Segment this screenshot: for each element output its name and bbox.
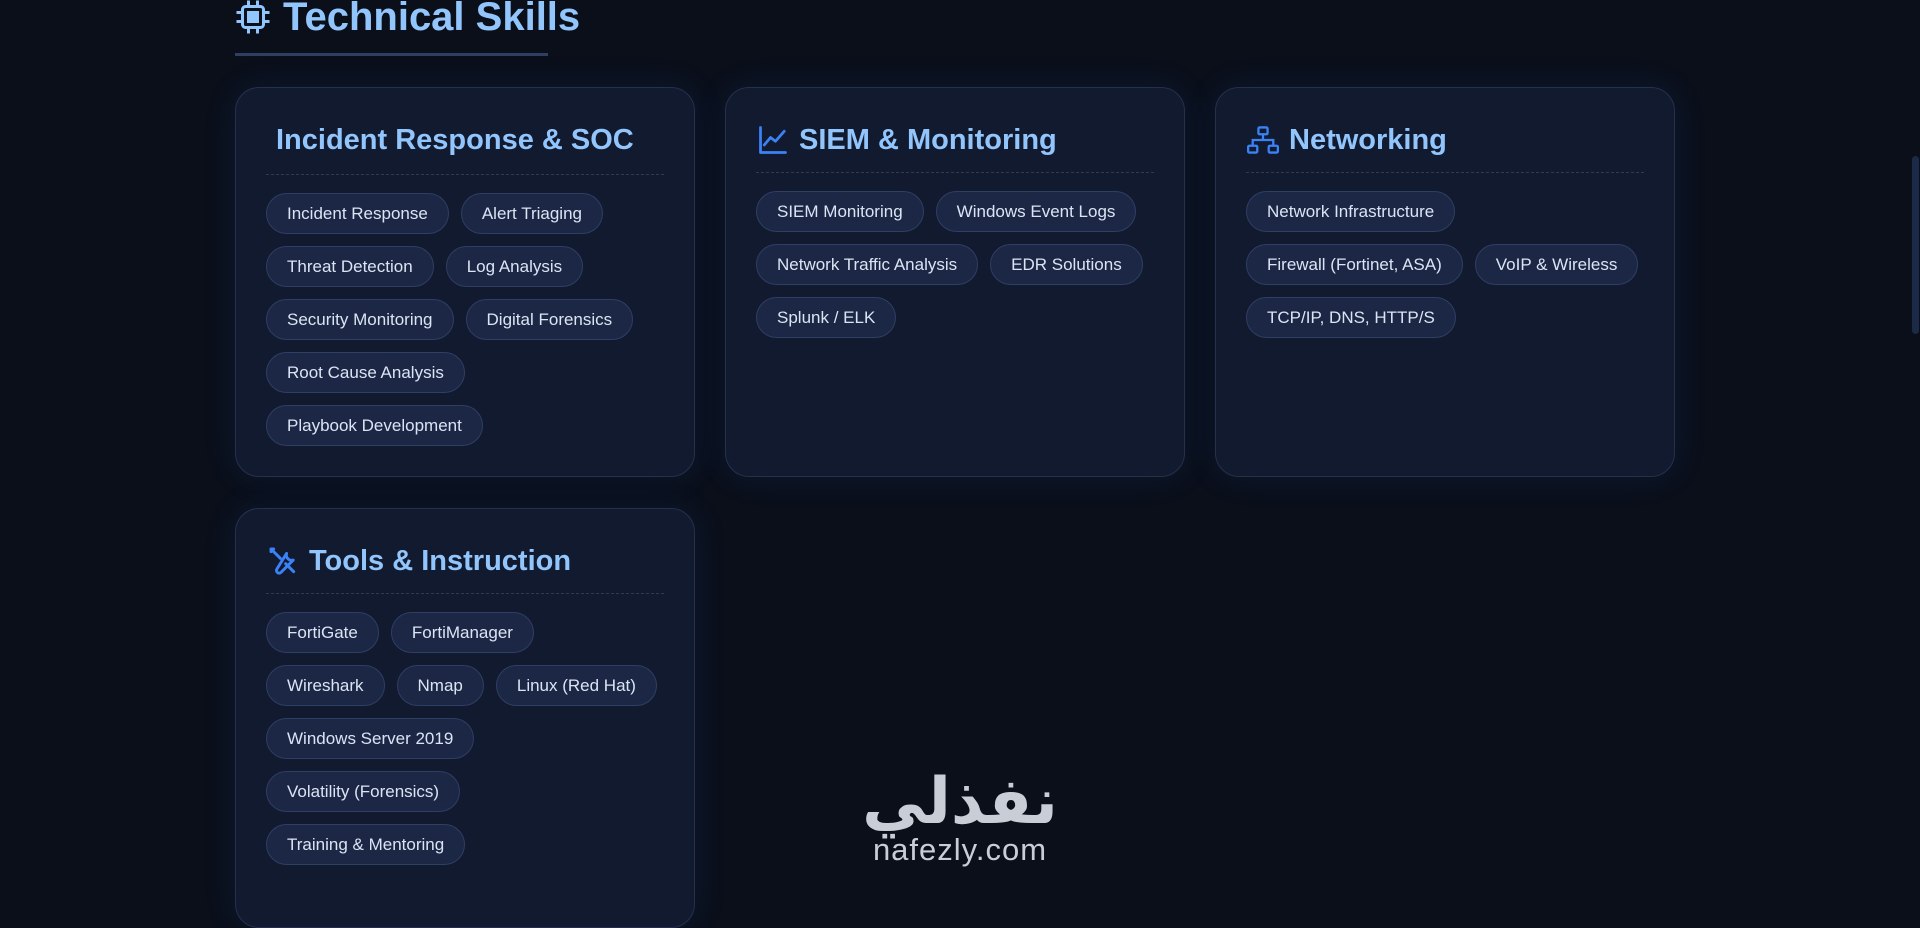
network-topology-icon	[1247, 124, 1279, 156]
skill-tag[interactable]: Incident Response	[266, 193, 449, 234]
card-divider	[756, 172, 1154, 173]
line-chart-icon	[757, 124, 789, 156]
skill-tag[interactable]: Linux (Red Hat)	[495, 665, 657, 706]
skill-tag[interactable]: TCP/IP, DNS, HTTP/S	[1246, 297, 1456, 338]
skill-tag[interactable]: Digital Forensics	[465, 299, 634, 340]
tag-list: Network Infrastructure Firewall (Fortine…	[1246, 191, 1644, 338]
skill-tag[interactable]: Windows Server 2019	[266, 718, 475, 759]
scrollbar-thumb[interactable]	[1912, 156, 1919, 334]
card-title-text: Networking	[1289, 123, 1447, 156]
skill-card-siem-monitoring: SIEM & Monitoring SIEM Monitoring Window…	[725, 87, 1185, 477]
skill-tag[interactable]: Firewall (Fortinet, ASA)	[1246, 244, 1463, 285]
skill-tag[interactable]: FortiManager	[390, 612, 534, 653]
skill-tag[interactable]: Threat Detection	[266, 246, 434, 287]
skill-tag[interactable]: Network Infrastructure	[1246, 191, 1456, 232]
skill-card-incident-response: Incident Response & SOC Incident Respons…	[235, 87, 695, 477]
skill-tag[interactable]: Alert Triaging	[460, 193, 603, 234]
card-divider	[1246, 172, 1644, 173]
skill-tag[interactable]: Network Traffic Analysis	[756, 244, 979, 285]
section-title-underline	[235, 53, 548, 56]
skill-tag[interactable]: Playbook Development	[266, 405, 483, 446]
skill-tag[interactable]: Security Monitoring	[266, 299, 454, 340]
skill-card-tools-instruction: Tools & Instruction FortiGate FortiManag…	[235, 508, 695, 928]
card-divider	[266, 174, 664, 175]
section-title: Technical Skills	[283, 0, 581, 39]
skill-tag[interactable]: Log Analysis	[445, 246, 584, 287]
skill-tag[interactable]: Wireshark	[266, 665, 385, 706]
page-scrollbar[interactable]	[1910, 0, 1920, 882]
watermark-arabic: نفذلي	[862, 765, 1058, 837]
card-title-text: Tools & Instruction	[309, 544, 572, 577]
watermark-latin: nafezly.com	[872, 832, 1048, 867]
card-title: Networking	[1246, 122, 1644, 158]
skill-tag[interactable]: VoIP & Wireless	[1474, 244, 1639, 285]
tools-icon	[267, 545, 299, 577]
card-title: SIEM & Monitoring	[756, 122, 1154, 158]
card-title-text: SIEM & Monitoring	[799, 123, 1057, 156]
card-title-text: Incident Response & SOC	[276, 123, 634, 156]
nafezly-watermark: نفذلي nafezly.com	[850, 768, 1070, 866]
skill-tag[interactable]: Nmap	[396, 665, 484, 706]
tag-list: FortiGate FortiManager Wireshark Nmap Li…	[266, 612, 664, 865]
card-divider	[266, 593, 664, 594]
skill-tag[interactable]: Root Cause Analysis	[266, 352, 465, 393]
section-heading: Technical Skills	[235, 0, 580, 44]
skill-tag[interactable]: SIEM Monitoring	[756, 191, 924, 232]
tag-list: SIEM Monitoring Windows Event Logs Netwo…	[756, 191, 1154, 338]
card-title: Incident Response & SOC	[266, 122, 664, 158]
skill-card-networking: Networking Network Infrastructure Firewa…	[1215, 87, 1675, 477]
card-title: Tools & Instruction	[266, 543, 664, 579]
skill-tag[interactable]: Windows Event Logs	[935, 191, 1137, 232]
skill-tag[interactable]: Volatility (Forensics)	[266, 771, 461, 812]
skill-tag[interactable]: EDR Solutions	[990, 244, 1143, 285]
tag-list: Incident Response Alert Triaging Threat …	[266, 193, 664, 446]
skill-tag[interactable]: Splunk / ELK	[756, 297, 897, 338]
skill-tag[interactable]: FortiGate	[266, 612, 379, 653]
skill-tag[interactable]: Training & Mentoring	[266, 824, 466, 865]
cpu-chip-icon	[235, 0, 271, 35]
